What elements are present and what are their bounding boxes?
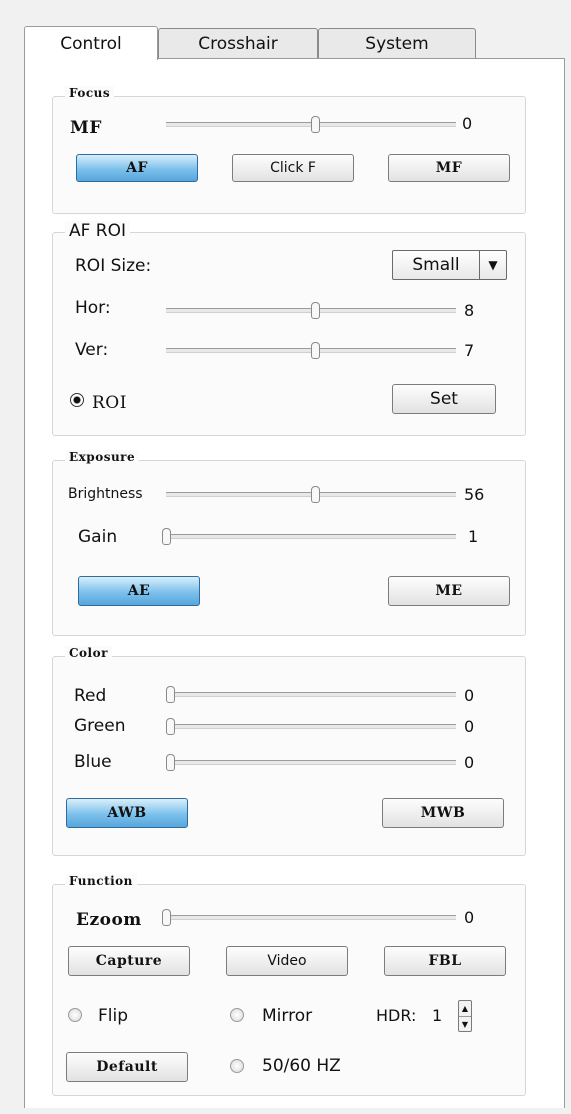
blue-slider-thumb[interactable] (166, 754, 175, 771)
mf-slider-thumb[interactable] (311, 116, 320, 133)
exposure-title: Exposure (65, 450, 140, 464)
mwb-button[interactable]: MWB (382, 798, 504, 828)
focus-title: Focus (65, 86, 115, 100)
tab-system-label: System (365, 33, 429, 54)
hor-slider[interactable] (166, 302, 456, 319)
flip-radio[interactable] (68, 1008, 82, 1022)
af-roi-title: AF ROI (65, 221, 131, 241)
mf-value: 0 (462, 114, 473, 133)
red-value: 0 (464, 686, 475, 705)
red-slider[interactable] (166, 686, 456, 703)
green-label: Green (74, 716, 126, 736)
spin-up-icon[interactable]: ▲ (459, 1001, 471, 1016)
tab-control-label: Control (60, 33, 122, 54)
gain-value: 1 (468, 527, 479, 546)
mf-label: MF (70, 118, 102, 138)
ver-slider-thumb[interactable] (311, 342, 320, 359)
af-button[interactable]: AF (76, 154, 198, 182)
dropdown-arrow-icon[interactable]: ▼ (479, 251, 506, 279)
ver-slider[interactable] (166, 342, 456, 359)
hdr-label: HDR: (376, 1006, 417, 1025)
ezoom-slider[interactable] (162, 909, 456, 926)
blue-slider[interactable] (166, 754, 456, 771)
blue-label: Blue (74, 752, 112, 772)
gain-label: Gain (78, 527, 118, 547)
hz-radio[interactable] (230, 1059, 244, 1073)
hdr-value: 1 (432, 1006, 443, 1025)
mf-slider[interactable] (166, 116, 456, 133)
me-button[interactable]: ME (388, 576, 510, 606)
hz-label: 50/60 HZ (262, 1056, 341, 1076)
gain-slider[interactable] (162, 528, 456, 545)
mirror-radio[interactable] (230, 1008, 244, 1022)
roi-size-select[interactable]: Small ▼ (392, 250, 507, 280)
green-slider-thumb[interactable] (166, 718, 175, 735)
function-title: Function (65, 874, 137, 888)
blue-value: 0 (464, 753, 475, 772)
mirror-label: Mirror (262, 1006, 313, 1026)
gain-slider-thumb[interactable] (162, 528, 171, 545)
awb-button[interactable]: AWB (66, 798, 188, 828)
green-slider[interactable] (166, 718, 456, 735)
ae-button[interactable]: AE (78, 576, 200, 606)
ezoom-slider-thumb[interactable] (162, 909, 171, 926)
brightness-slider-thumb[interactable] (311, 486, 320, 503)
flip-label: Flip (98, 1006, 129, 1026)
mf-button[interactable]: MF (388, 154, 510, 182)
hdr-spinner[interactable]: ▲ ▼ (458, 1000, 472, 1032)
red-label: Red (74, 686, 107, 706)
spin-down-icon[interactable]: ▼ (459, 1016, 471, 1032)
ezoom-label: Ezoom (76, 910, 142, 930)
roi-radio[interactable] (70, 393, 84, 407)
default-button[interactable]: Default (66, 1052, 188, 1082)
roi-size-label: ROI Size: (75, 256, 152, 276)
fbl-button[interactable]: FBL (384, 946, 506, 976)
roi-size-value: Small (412, 255, 460, 275)
video-button[interactable]: Video (226, 946, 348, 976)
brightness-label: Brightness (68, 486, 143, 502)
tab-control[interactable]: Control (24, 26, 158, 60)
set-button[interactable]: Set (392, 384, 496, 414)
tab-crosshair-label: Crosshair (198, 33, 278, 54)
roi-radio-label: ROI (92, 393, 127, 413)
ezoom-value: 0 (464, 908, 475, 927)
capture-button[interactable]: Capture (68, 946, 190, 976)
red-slider-thumb[interactable] (166, 686, 175, 703)
hor-value: 8 (464, 301, 475, 320)
ver-label: Ver: (75, 340, 109, 360)
brightness-value: 56 (464, 485, 485, 504)
brightness-slider[interactable] (166, 486, 456, 503)
color-title: Color (65, 646, 112, 660)
green-value: 0 (464, 717, 475, 736)
tab-crosshair[interactable]: Crosshair (158, 28, 318, 58)
click-f-button[interactable]: Click F (232, 154, 354, 182)
hor-label: Hor: (75, 298, 111, 318)
ver-value: 7 (464, 341, 475, 360)
tab-system[interactable]: System (318, 28, 476, 58)
hor-slider-thumb[interactable] (311, 302, 320, 319)
